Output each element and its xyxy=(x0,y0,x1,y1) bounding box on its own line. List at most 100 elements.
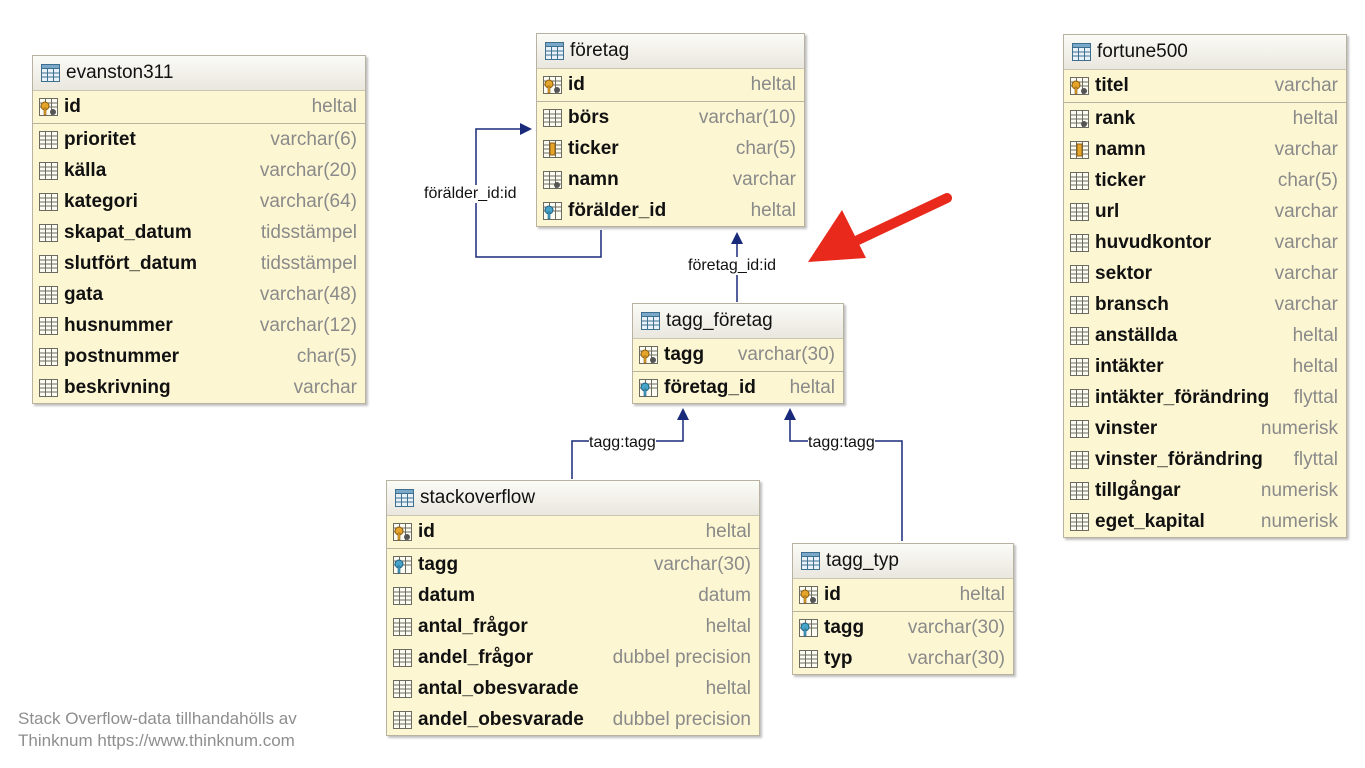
column-name: huvudkontor xyxy=(1095,231,1212,253)
column-row[interactable]: sektor varchar xyxy=(1064,258,1346,289)
column-name: husnummer xyxy=(64,314,173,336)
column-name: företag_id xyxy=(664,376,756,398)
column-row[interactable]: slutfört_datum tidsstämpel xyxy=(33,248,365,279)
column-row[interactable]: url varchar xyxy=(1064,196,1346,227)
column-type: heltal xyxy=(705,521,751,542)
column-row[interactable]: datum datum xyxy=(387,580,759,611)
column-type: dubbel precision xyxy=(612,708,751,730)
column-row[interactable]: namn varchar xyxy=(537,164,804,195)
column-row[interactable]: andel_obesvarade dubbel precision xyxy=(387,704,759,735)
table-header[interactable]: företag xyxy=(537,34,804,69)
column-icon xyxy=(1070,358,1089,376)
column-name: rank xyxy=(1095,107,1136,129)
column-name: skapat_datum xyxy=(64,221,192,243)
column-row[interactable]: företag_id heltal xyxy=(633,372,843,403)
column-row[interactable]: kategori varchar(64) xyxy=(33,186,365,217)
column-row[interactable]: typ varchar(30) xyxy=(793,643,1013,674)
table-header[interactable]: evanston311 xyxy=(33,56,365,91)
column-type: datum xyxy=(698,584,751,606)
column-row[interactable]: namn varchar xyxy=(1064,134,1346,165)
column-row[interactable]: bransch varchar xyxy=(1064,289,1346,320)
column-row[interactable]: postnummer char(5) xyxy=(33,341,365,372)
table-tagg-foretag[interactable]: tagg_företag tagg varchar(30) företag_id… xyxy=(632,303,844,404)
column-name: tagg xyxy=(418,553,459,575)
column-icon xyxy=(1070,172,1089,190)
column-row[interactable]: rank heltal xyxy=(1064,103,1346,134)
column-row[interactable]: anställda heltal xyxy=(1064,320,1346,351)
foreign-key-icon xyxy=(639,379,658,397)
table-foretag[interactable]: företag id heltal börs varchar(10) ticker… xyxy=(536,33,805,227)
column-row[interactable]: tagg varchar(30) xyxy=(793,612,1013,643)
column-type: varchar(48) xyxy=(259,283,357,305)
column-type: heltal xyxy=(750,199,796,221)
pk-row[interactable]: id heltal xyxy=(387,516,759,549)
column-row[interactable]: källa varchar(20) xyxy=(33,155,365,186)
table-title: evanston311 xyxy=(66,62,174,83)
column-icon xyxy=(393,618,412,636)
column-type: heltal xyxy=(311,96,357,117)
column-name: postnummer xyxy=(64,345,180,367)
attribution-note: Stack Overflow-data tillhandahölls av Th… xyxy=(18,708,297,752)
column-name: titel xyxy=(1095,75,1129,96)
column-name: tagg xyxy=(664,344,705,365)
primary-key-icon xyxy=(393,523,412,541)
primary-key-icon xyxy=(1070,77,1089,95)
column-row[interactable]: beskrivning varchar xyxy=(33,372,365,403)
column-row[interactable]: ticker char(5) xyxy=(1064,165,1346,196)
column-row[interactable]: intäkter heltal xyxy=(1064,351,1346,382)
column-name: vinster_förändring xyxy=(1095,448,1263,470)
primary-key-icon xyxy=(39,98,58,116)
column-row[interactable]: antal_obesvarade heltal xyxy=(387,673,759,704)
pk-row[interactable]: id heltal xyxy=(793,579,1013,612)
column-type: char(5) xyxy=(1277,169,1338,191)
column-row[interactable]: andel_frågor dubbel precision xyxy=(387,642,759,673)
table-stackoverflow[interactable]: stackoverflow id heltal tagg varchar(30) … xyxy=(386,480,760,736)
column-row[interactable]: husnummer varchar(12) xyxy=(33,310,365,341)
column-row[interactable]: intäkter_förändring flyttal xyxy=(1064,382,1346,413)
column-row[interactable]: ticker char(5) xyxy=(537,133,804,164)
column-row[interactable]: gata varchar(48) xyxy=(33,279,365,310)
column-icon xyxy=(39,224,58,242)
column-row[interactable]: tagg varchar(30) xyxy=(387,549,759,580)
pk-row[interactable]: id heltal xyxy=(537,69,804,102)
column-row[interactable]: antal_frågor heltal xyxy=(387,611,759,642)
primary-key-icon xyxy=(799,586,818,604)
column-row[interactable]: börs varchar(10) xyxy=(537,102,804,133)
column-type: tidsstämpel xyxy=(260,252,357,274)
column-row[interactable]: eget_kapital numerisk xyxy=(1064,506,1346,537)
column-icon xyxy=(1070,482,1089,500)
annotation-arrow-shaft xyxy=(853,193,952,245)
table-evanston311[interactable]: evanston311 id heltal prioritet varchar(6… xyxy=(32,55,366,404)
column-row[interactable]: vinster_förändring flyttal xyxy=(1064,444,1346,475)
attribution-line-2: Thinknum https://www.thinknum.com xyxy=(18,731,295,750)
table-tagg-typ[interactable]: tagg_typ id heltal tagg varchar(30) typ va… xyxy=(792,543,1014,675)
table-header[interactable]: stackoverflow xyxy=(387,481,759,516)
table-header[interactable]: tagg_företag xyxy=(633,304,843,339)
column-name: id xyxy=(64,96,81,117)
foretag-ref-label: företag_id:id xyxy=(688,257,777,275)
tagg-left-label: tagg:tagg xyxy=(589,434,656,452)
column-icon xyxy=(1070,203,1089,221)
column-type: flyttal xyxy=(1293,386,1338,408)
column-type: heltal xyxy=(1292,355,1338,377)
table-fortune500[interactable]: fortune500 titel varchar rank heltal namn… xyxy=(1063,34,1347,538)
table-header[interactable]: fortune500 xyxy=(1064,35,1346,70)
column-name: kategori xyxy=(64,190,138,212)
column-type: varchar(64) xyxy=(259,190,357,212)
column-name: beskrivning xyxy=(64,376,171,398)
pk-row[interactable]: id heltal xyxy=(33,91,365,124)
column-row[interactable]: prioritet varchar(6) xyxy=(33,124,365,155)
pk-row[interactable]: tagg varchar(30) xyxy=(633,339,843,372)
pk-row[interactable]: titel varchar xyxy=(1064,70,1346,103)
column-row[interactable]: huvudkontor varchar xyxy=(1064,227,1346,258)
column-name: tagg xyxy=(824,616,865,638)
column-type: varchar(30) xyxy=(907,647,1005,669)
table-header[interactable]: tagg_typ xyxy=(793,544,1013,579)
column-icon xyxy=(39,317,58,335)
column-row[interactable]: skapat_datum tidsstämpel xyxy=(33,217,365,248)
column-row[interactable]: förälder_id heltal xyxy=(537,195,804,226)
column-row[interactable]: tillgångar numerisk xyxy=(1064,475,1346,506)
column-icon xyxy=(1070,389,1089,407)
column-row[interactable]: vinster numerisk xyxy=(1064,413,1346,444)
column-icon xyxy=(39,193,58,211)
